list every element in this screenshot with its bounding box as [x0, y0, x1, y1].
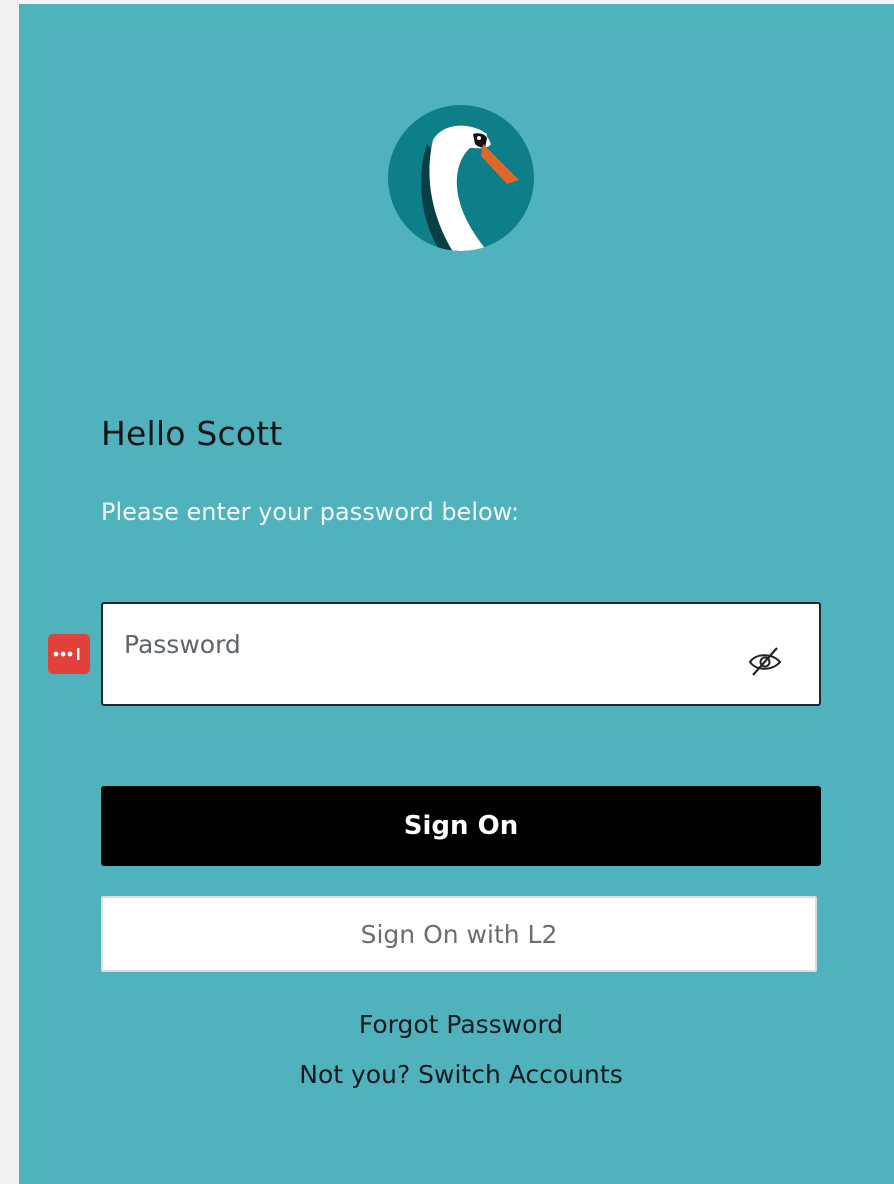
sign-on-l2-button[interactable]: Sign On with L2: [101, 896, 817, 972]
eye-slash-icon[interactable]: [747, 644, 783, 678]
password-field[interactable]: [101, 602, 821, 706]
forgot-password-link[interactable]: Forgot Password: [101, 1010, 821, 1039]
instruction-text: Please enter your password below:: [101, 498, 520, 526]
switch-accounts-link[interactable]: Not you? Switch Accounts: [101, 1060, 821, 1089]
password-dots-icon: [53, 648, 80, 660]
page: Hello Scott Please enter your password b…: [0, 0, 894, 1184]
sign-on-button[interactable]: Sign On: [101, 786, 821, 866]
password-input[interactable]: [103, 604, 723, 700]
password-manager-icon[interactable]: [48, 634, 90, 674]
swan-logo-icon: [388, 105, 534, 251]
greeting-heading: Hello Scott: [101, 414, 283, 453]
